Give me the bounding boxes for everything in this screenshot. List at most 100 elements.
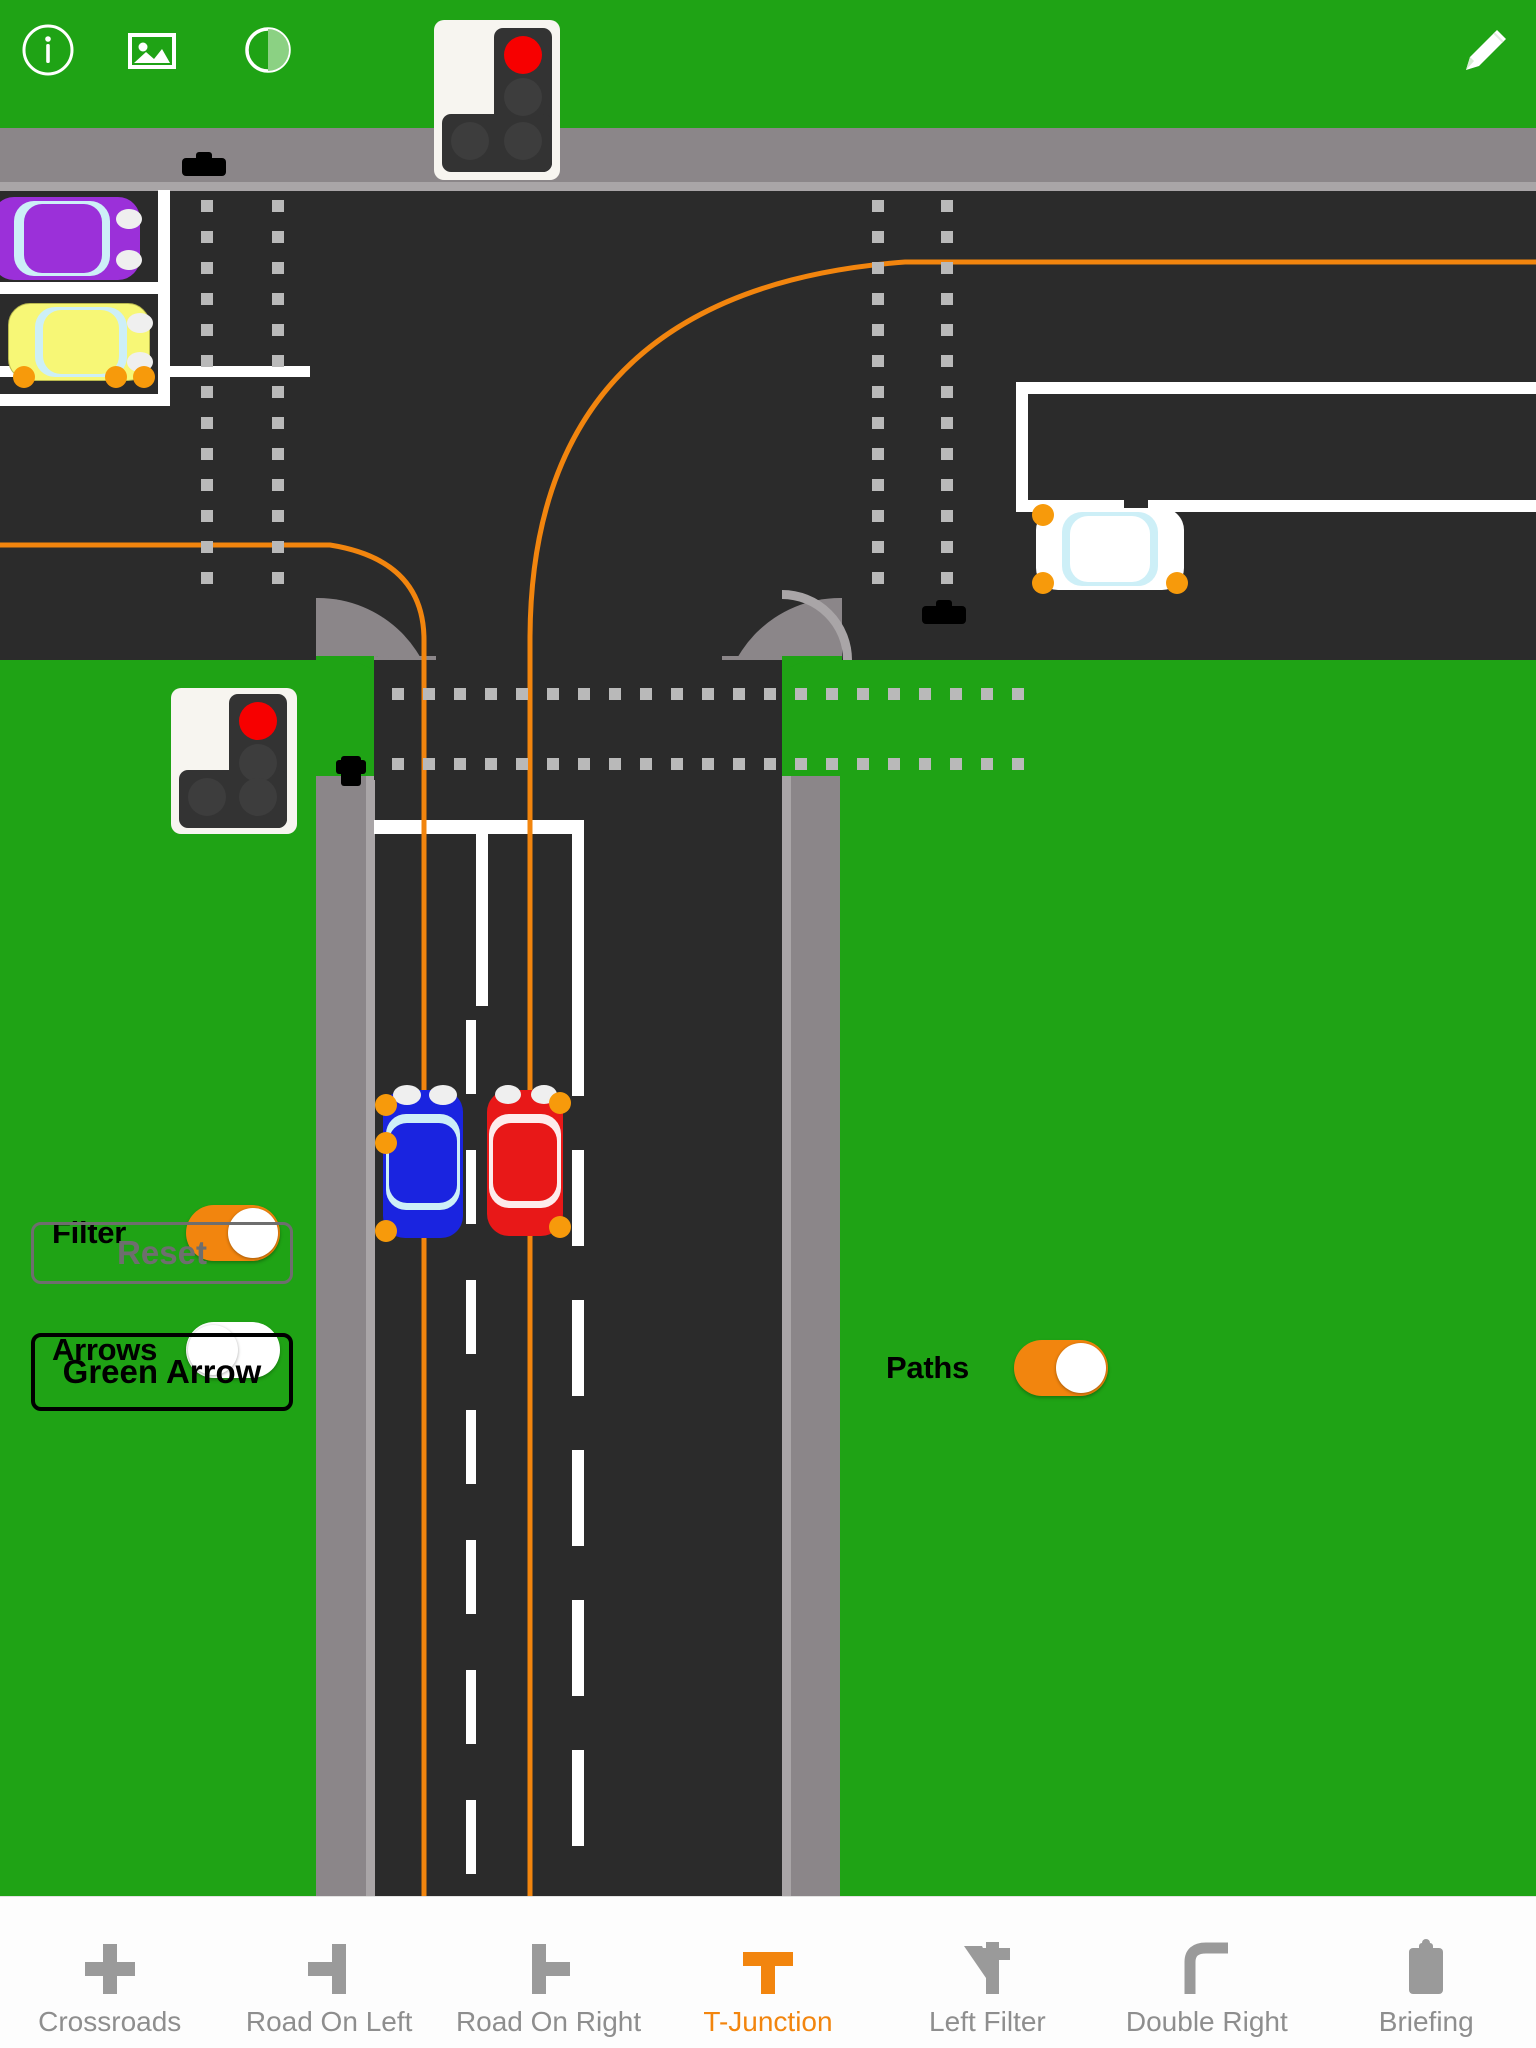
lane-divider-right-b <box>1148 500 1536 512</box>
pedestrian-crossing-dot <box>872 200 884 212</box>
pedestrian-crossing-dot <box>941 417 953 429</box>
pedestrian-crossing-dot <box>919 688 931 700</box>
pedestrian-crossing-dot <box>941 448 953 460</box>
pedestrian-crossing-dot <box>671 758 683 770</box>
pedestrian-crossing-dot <box>201 200 213 212</box>
pedestrian-crossing-dot <box>872 479 884 491</box>
lamp-amber <box>239 744 277 782</box>
car-blue <box>375 1085 463 1242</box>
paths-control-row: Paths <box>886 1340 1108 1396</box>
pedestrian-crossing-dot <box>640 688 652 700</box>
contrast-icon[interactable] <box>240 22 296 78</box>
pedestrian-crossing-dot <box>609 688 621 700</box>
pedestrian-crossing-dot <box>272 510 284 522</box>
pedestrian-crossing-dot <box>201 293 213 305</box>
tab-double-right[interactable]: Double Right <box>1097 1897 1316 2048</box>
lane-sep-dash <box>466 1540 476 1614</box>
pedestrian-crossing-dot <box>941 386 953 398</box>
paths-toggle[interactable] <box>1014 1340 1108 1396</box>
pedestrian-crossing-dot <box>941 479 953 491</box>
pedestrian-crossing-dot <box>272 200 284 212</box>
pedestrian-crossing-dot <box>941 231 953 243</box>
tab-briefing[interactable]: Briefing <box>1317 1897 1536 2048</box>
t-junction-icon <box>737 1938 799 2000</box>
tab-label: Crossroads <box>38 2006 182 2037</box>
pedestrian-marker-head <box>936 600 952 610</box>
pedestrian-crossing-dot <box>272 231 284 243</box>
pedestrian-crossing-dot <box>981 758 993 770</box>
pedestrian-crossing-dot <box>272 479 284 491</box>
tab-t-junction[interactable]: T-Junction <box>658 1897 877 2048</box>
lane-edge-bottom <box>0 394 170 406</box>
pedestrian-crossing-dot <box>201 572 213 584</box>
pedestrian-crossing-dot <box>872 448 884 460</box>
kerb-top <box>0 182 1536 191</box>
pedestrian-crossing-dot <box>872 262 884 274</box>
tab-label: Double Right <box>1125 2006 1288 2037</box>
pedestrian-crossing-dot <box>702 758 714 770</box>
traffic-light-south[interactable] <box>171 688 297 834</box>
car-yellow <box>8 303 155 388</box>
pedestrian-crossing-dot <box>272 262 284 274</box>
road-on-right-icon <box>518 1938 580 2000</box>
pedestrian-crossing-dot <box>547 758 559 770</box>
car-purple <box>0 197 142 280</box>
centre-dash <box>572 1600 584 1696</box>
car-white <box>1032 504 1188 594</box>
tab-crossroads[interactable]: Crossroads <box>0 1897 219 2048</box>
green-arrow-button[interactable]: Green Arrow <box>31 1333 293 1411</box>
pedestrian-crossing-dot <box>857 688 869 700</box>
tab-label: Road On Right <box>455 2006 642 2037</box>
lane-sep-dash <box>466 1800 476 1874</box>
image-icon[interactable] <box>124 22 180 78</box>
junction-diagram <box>0 0 1536 1896</box>
pedestrian-crossing-dot <box>272 324 284 336</box>
pedestrian-crossing-dot <box>981 688 993 700</box>
lane-edge-vertical <box>158 190 170 406</box>
pedestrian-crossing-dot <box>201 448 213 460</box>
pedestrian-crossing-dot <box>578 688 590 700</box>
pedestrian-crossing-dot <box>941 541 953 553</box>
reset-button[interactable]: Reset <box>31 1222 293 1284</box>
pedestrian-crossing-dot <box>201 262 213 274</box>
kerb-right <box>782 660 791 1896</box>
tab-label: Briefing <box>1378 2006 1474 2037</box>
pedestrian-crossing-dot <box>733 758 745 770</box>
tab-road-on-left[interactable]: Road On Left <box>219 1897 438 2048</box>
lane-sep-dash <box>466 1280 476 1354</box>
pedestrian-crossing-dot <box>454 758 466 770</box>
pedestrian-crossing-dot <box>485 758 497 770</box>
pedestrian-crossing-dot <box>872 324 884 336</box>
pedestrian-crossing-dot <box>201 324 213 336</box>
lamp-green <box>504 122 542 160</box>
crossroads-icon <box>79 1938 141 2000</box>
pedestrian-crossing-dot <box>516 688 528 700</box>
lane-sep-dash <box>466 1150 476 1224</box>
edit-pencil-icon[interactable] <box>1458 22 1514 78</box>
info-icon[interactable] <box>20 22 76 78</box>
pedestrian-crossing-dot <box>671 688 683 700</box>
pedestrian-crossing-dot <box>485 688 497 700</box>
lane-divider-top <box>0 282 158 294</box>
pedestrian-crossing-dot <box>919 758 931 770</box>
paths-toggle-knob <box>1056 1343 1106 1393</box>
pedestrian-crossing-dot <box>764 688 776 700</box>
pavement-top <box>0 128 1536 190</box>
pedestrian-crossing-dot <box>941 510 953 522</box>
lane-edge-stop-right <box>572 820 584 1006</box>
tab-left-filter[interactable]: Left Filter <box>878 1897 1097 2048</box>
double-right-icon <box>1176 1938 1238 2000</box>
tab-label: T-Junction <box>703 2006 833 2037</box>
pedestrian-crossing-dot <box>872 386 884 398</box>
pedestrian-crossing-dot <box>872 572 884 584</box>
pedestrian-crossing-dot <box>795 758 807 770</box>
tab-label: Road On Left <box>245 2006 413 2037</box>
pedestrian-crossing-dot <box>423 688 435 700</box>
pedestrian-crossing-dot <box>941 200 953 212</box>
centre-dash <box>572 1450 584 1546</box>
lane-sep-dash <box>466 1020 476 1094</box>
lane-dash <box>160 366 310 377</box>
tab-road-on-right[interactable]: Road On Right <box>439 1897 658 2048</box>
pedestrian-crossing-dot <box>795 688 807 700</box>
tab-label: Left Filter <box>929 2006 1046 2037</box>
